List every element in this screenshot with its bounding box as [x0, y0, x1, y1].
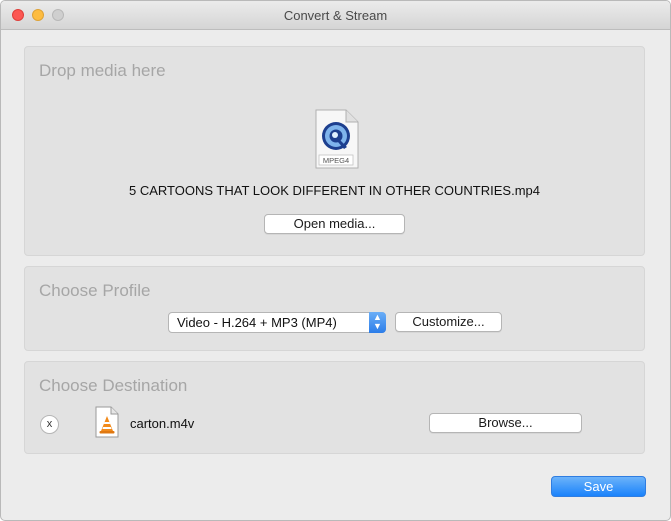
- mpeg4-icon-label: MPEG4: [323, 156, 349, 165]
- profile-select[interactable]: Video - H.264 + MP3 (MP4) ▲ ▼: [168, 312, 386, 333]
- save-button[interactable]: Save: [551, 476, 646, 497]
- choose-destination-heading: Choose Destination: [39, 376, 188, 395]
- title-bar[interactable]: Convert & Stream: [1, 1, 670, 30]
- source-media-filename: 5 CARTOONS THAT LOOK DIFFERENT IN OTHER …: [128, 183, 540, 198]
- choose-profile-panel: Choose Profile Video - H.264 + MP3 (MP4)…: [24, 266, 645, 351]
- drop-media-heading: Drop media here: [39, 61, 166, 80]
- profile-select-value: Video - H.264 + MP3 (MP4): [177, 315, 337, 330]
- destination-filename: carton.m4v: [130, 416, 195, 431]
- browse-button[interactable]: Browse...: [429, 413, 582, 433]
- open-media-button[interactable]: Open media...: [264, 214, 405, 234]
- chevron-updown-icon: ▲ ▼: [369, 312, 386, 333]
- drop-media-panel[interactable]: Drop media here MPEG4 5 CARTOONS THAT LO…: [24, 46, 645, 256]
- window-title: Convert & Stream: [283, 8, 388, 23]
- choose-profile-heading: Choose Profile: [39, 281, 151, 300]
- choose-destination-panel: Choose Destination x carton.m4v Browse..…: [24, 361, 645, 454]
- remove-destination-button[interactable]: x: [40, 415, 59, 434]
- customize-button[interactable]: Customize...: [395, 312, 502, 332]
- mpeg4-file-icon: MPEG4: [313, 109, 359, 169]
- vlc-cone-file-icon: [95, 406, 119, 438]
- convert-stream-window: Convert & Stream Drop media here MPEG4 5…: [0, 0, 671, 521]
